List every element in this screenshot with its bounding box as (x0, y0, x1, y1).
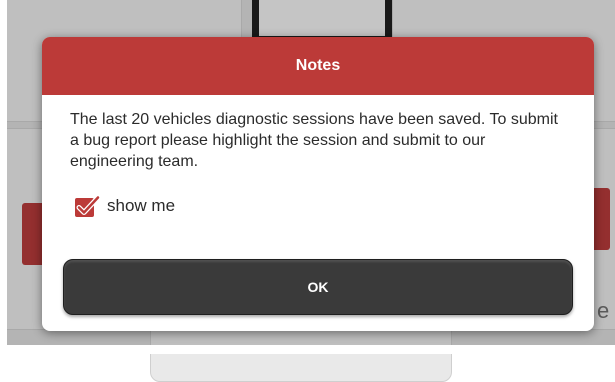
dialog-message: The last 20 vehicles diagnostic sessions… (70, 111, 558, 170)
show-me-label: show me (107, 196, 176, 215)
ok-button[interactable]: OK (63, 259, 573, 315)
dialog-header: Notes (42, 37, 594, 95)
screen-edge (0, 0, 7, 354)
checkmark-icon (75, 195, 100, 217)
notes-dialog: Notes The last 20 vehicles diagnostic se… (42, 37, 594, 331)
screen-edge (0, 345, 615, 354)
show-me-checkbox[interactable] (74, 195, 100, 217)
dialog-title: Notes (295, 57, 341, 74)
show-me-checkbox-row[interactable]: show me (74, 195, 175, 217)
ok-button-label: OK (307, 279, 329, 295)
